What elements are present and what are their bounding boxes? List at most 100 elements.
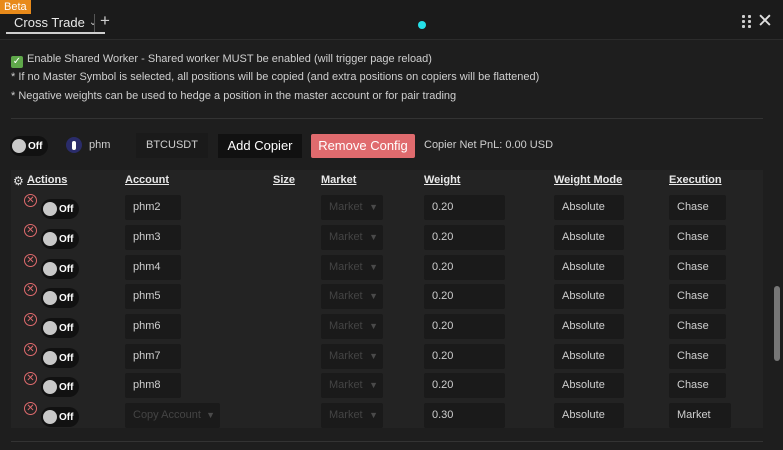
- scrollbar[interactable]: [771, 41, 783, 450]
- copier-toggle[interactable]: Off: [41, 407, 80, 427]
- col-header-account[interactable]: Account: [125, 174, 169, 186]
- weight-input[interactable]: 0.20: [424, 314, 505, 339]
- toggle-label: Off: [59, 203, 74, 215]
- account-select[interactable]: phm5: [125, 284, 181, 309]
- chevron-down-icon: ▼: [369, 291, 378, 301]
- checkbox-checked-icon[interactable]: ✓: [11, 56, 23, 68]
- copier-toggle[interactable]: Off: [41, 259, 80, 279]
- tab-label: Cross Trade: [14, 14, 85, 30]
- master-symbol-select[interactable]: BTCUSDT: [136, 133, 208, 158]
- copier-toggle[interactable]: Off: [41, 229, 80, 249]
- market-select[interactable]: Market ▼: [321, 373, 383, 398]
- drag-handle-icon[interactable]: [742, 15, 752, 29]
- divider: [11, 118, 763, 119]
- market-label: Market: [329, 379, 363, 391]
- info-note-negative-weights: * Negative weights can be used to hedge …: [11, 90, 457, 102]
- market-select[interactable]: Market ▼: [321, 403, 383, 428]
- col-header-weight[interactable]: Weight: [424, 174, 460, 186]
- remove-copier-icon[interactable]: ✕: [24, 313, 37, 326]
- weight-mode-select[interactable]: Absolute: [554, 373, 624, 398]
- toggle-knob: [43, 380, 57, 394]
- weight-mode-select[interactable]: Absolute: [554, 403, 624, 428]
- remove-copier-icon[interactable]: ✕: [24, 402, 37, 415]
- toggle-label: Off: [28, 140, 43, 152]
- chevron-down-icon: ▼: [369, 380, 378, 390]
- copier-toggle[interactable]: Off: [41, 288, 80, 308]
- toggle-label: Off: [59, 292, 74, 304]
- weight-input[interactable]: 0.20: [424, 284, 505, 309]
- account-placeholder: Copy Account: [133, 409, 201, 421]
- toggle-label: Off: [59, 352, 74, 364]
- market-select[interactable]: Market ▼: [321, 225, 383, 250]
- account-select[interactable]: phm2: [125, 195, 181, 220]
- weight-mode-select[interactable]: Absolute: [554, 314, 624, 339]
- col-header-actions[interactable]: Actions: [27, 174, 67, 186]
- weight-mode-select[interactable]: Absolute: [554, 225, 624, 250]
- market-select[interactable]: Market ▼: [321, 195, 383, 220]
- market-select[interactable]: Market ▼: [321, 255, 383, 280]
- weight-input[interactable]: 0.20: [424, 255, 505, 280]
- remove-config-button[interactable]: Remove Config: [311, 134, 415, 158]
- remove-copier-icon[interactable]: ✕: [24, 254, 37, 267]
- scrollbar-thumb[interactable]: [774, 286, 780, 361]
- weight-mode-select[interactable]: Absolute: [554, 284, 624, 309]
- chevron-down-icon[interactable]: ⌄: [89, 17, 97, 28]
- table-row: ✕ Off phm7 Market ▼ 0.20 Absolute Chase: [11, 343, 763, 373]
- table-row: ✕ Off phm2 Market ▼ 0.20 Absolute Chase: [11, 194, 763, 224]
- shared-worker-option[interactable]: ✓ Enable Shared Worker - Shared worker MU…: [11, 53, 432, 68]
- weight-input[interactable]: 0.20: [424, 373, 505, 398]
- toggle-knob: [43, 232, 57, 246]
- copier-toggle[interactable]: Off: [41, 199, 80, 219]
- copier-table: ⚙ Actions Account Size Market Weight Wei…: [11, 170, 763, 428]
- tab-bar: Cross Trade ⌄ + ✕: [0, 0, 783, 40]
- info-note-master-symbol: * If no Master Symbol is selected, all p…: [11, 71, 540, 83]
- weight-input[interactable]: 0.20: [424, 344, 505, 369]
- execution-select[interactable]: Chase: [669, 373, 726, 398]
- add-tab-button[interactable]: +: [98, 11, 112, 31]
- remove-copier-icon[interactable]: ✕: [24, 372, 37, 385]
- market-select[interactable]: Market ▼: [321, 314, 383, 339]
- account-select[interactable]: Copy Account ▼: [125, 403, 220, 428]
- col-header-weight-mode[interactable]: Weight Mode: [554, 174, 622, 186]
- execution-select[interactable]: Chase: [669, 255, 726, 280]
- col-header-execution[interactable]: Execution: [669, 174, 722, 186]
- add-copier-button[interactable]: Add Copier: [218, 134, 302, 158]
- weight-mode-select[interactable]: Absolute: [554, 255, 624, 280]
- gear-icon[interactable]: ⚙: [13, 174, 24, 188]
- master-toggle[interactable]: Off: [10, 136, 49, 156]
- execution-select[interactable]: Chase: [669, 195, 726, 220]
- weight-mode-select[interactable]: Absolute: [554, 195, 624, 220]
- weight-mode-select[interactable]: Absolute: [554, 344, 624, 369]
- account-select[interactable]: phm7: [125, 344, 181, 369]
- copier-toggle[interactable]: Off: [41, 377, 80, 397]
- market-select[interactable]: Market ▼: [321, 344, 383, 369]
- account-select[interactable]: phm3: [125, 225, 181, 250]
- remove-copier-icon[interactable]: ✕: [24, 343, 37, 356]
- remove-copier-icon[interactable]: ✕: [24, 283, 37, 296]
- remove-copier-icon[interactable]: ✕: [24, 224, 37, 237]
- col-header-size[interactable]: Size: [273, 174, 295, 186]
- copier-toggle[interactable]: Off: [41, 318, 80, 338]
- account-select[interactable]: phm8: [125, 373, 181, 398]
- close-icon[interactable]: ✕: [757, 10, 773, 33]
- execution-select[interactable]: Chase: [669, 344, 726, 369]
- divider: [11, 441, 763, 442]
- weight-input[interactable]: 0.20: [424, 195, 505, 220]
- table-row: ✕ Off phm8 Market ▼ 0.20 Absolute Chase: [11, 372, 763, 402]
- toggle-knob: [43, 202, 57, 216]
- market-select[interactable]: Market ▼: [321, 284, 383, 309]
- col-header-market[interactable]: Market: [321, 174, 356, 186]
- execution-select[interactable]: Chase: [669, 314, 726, 339]
- account-select[interactable]: phm4: [125, 255, 181, 280]
- execution-select[interactable]: Chase: [669, 284, 726, 309]
- execution-select[interactable]: Market: [669, 403, 731, 428]
- account-select[interactable]: phm6: [125, 314, 181, 339]
- execution-select[interactable]: Chase: [669, 225, 726, 250]
- toggle-knob: [12, 139, 26, 153]
- weight-input[interactable]: 0.20: [424, 225, 505, 250]
- master-account[interactable]: phm: [89, 139, 110, 151]
- copier-toggle[interactable]: Off: [41, 348, 80, 368]
- tab-cross-trade[interactable]: Cross Trade ⌄: [6, 12, 106, 34]
- weight-input[interactable]: 0.30: [424, 403, 505, 428]
- remove-copier-icon[interactable]: ✕: [24, 194, 37, 207]
